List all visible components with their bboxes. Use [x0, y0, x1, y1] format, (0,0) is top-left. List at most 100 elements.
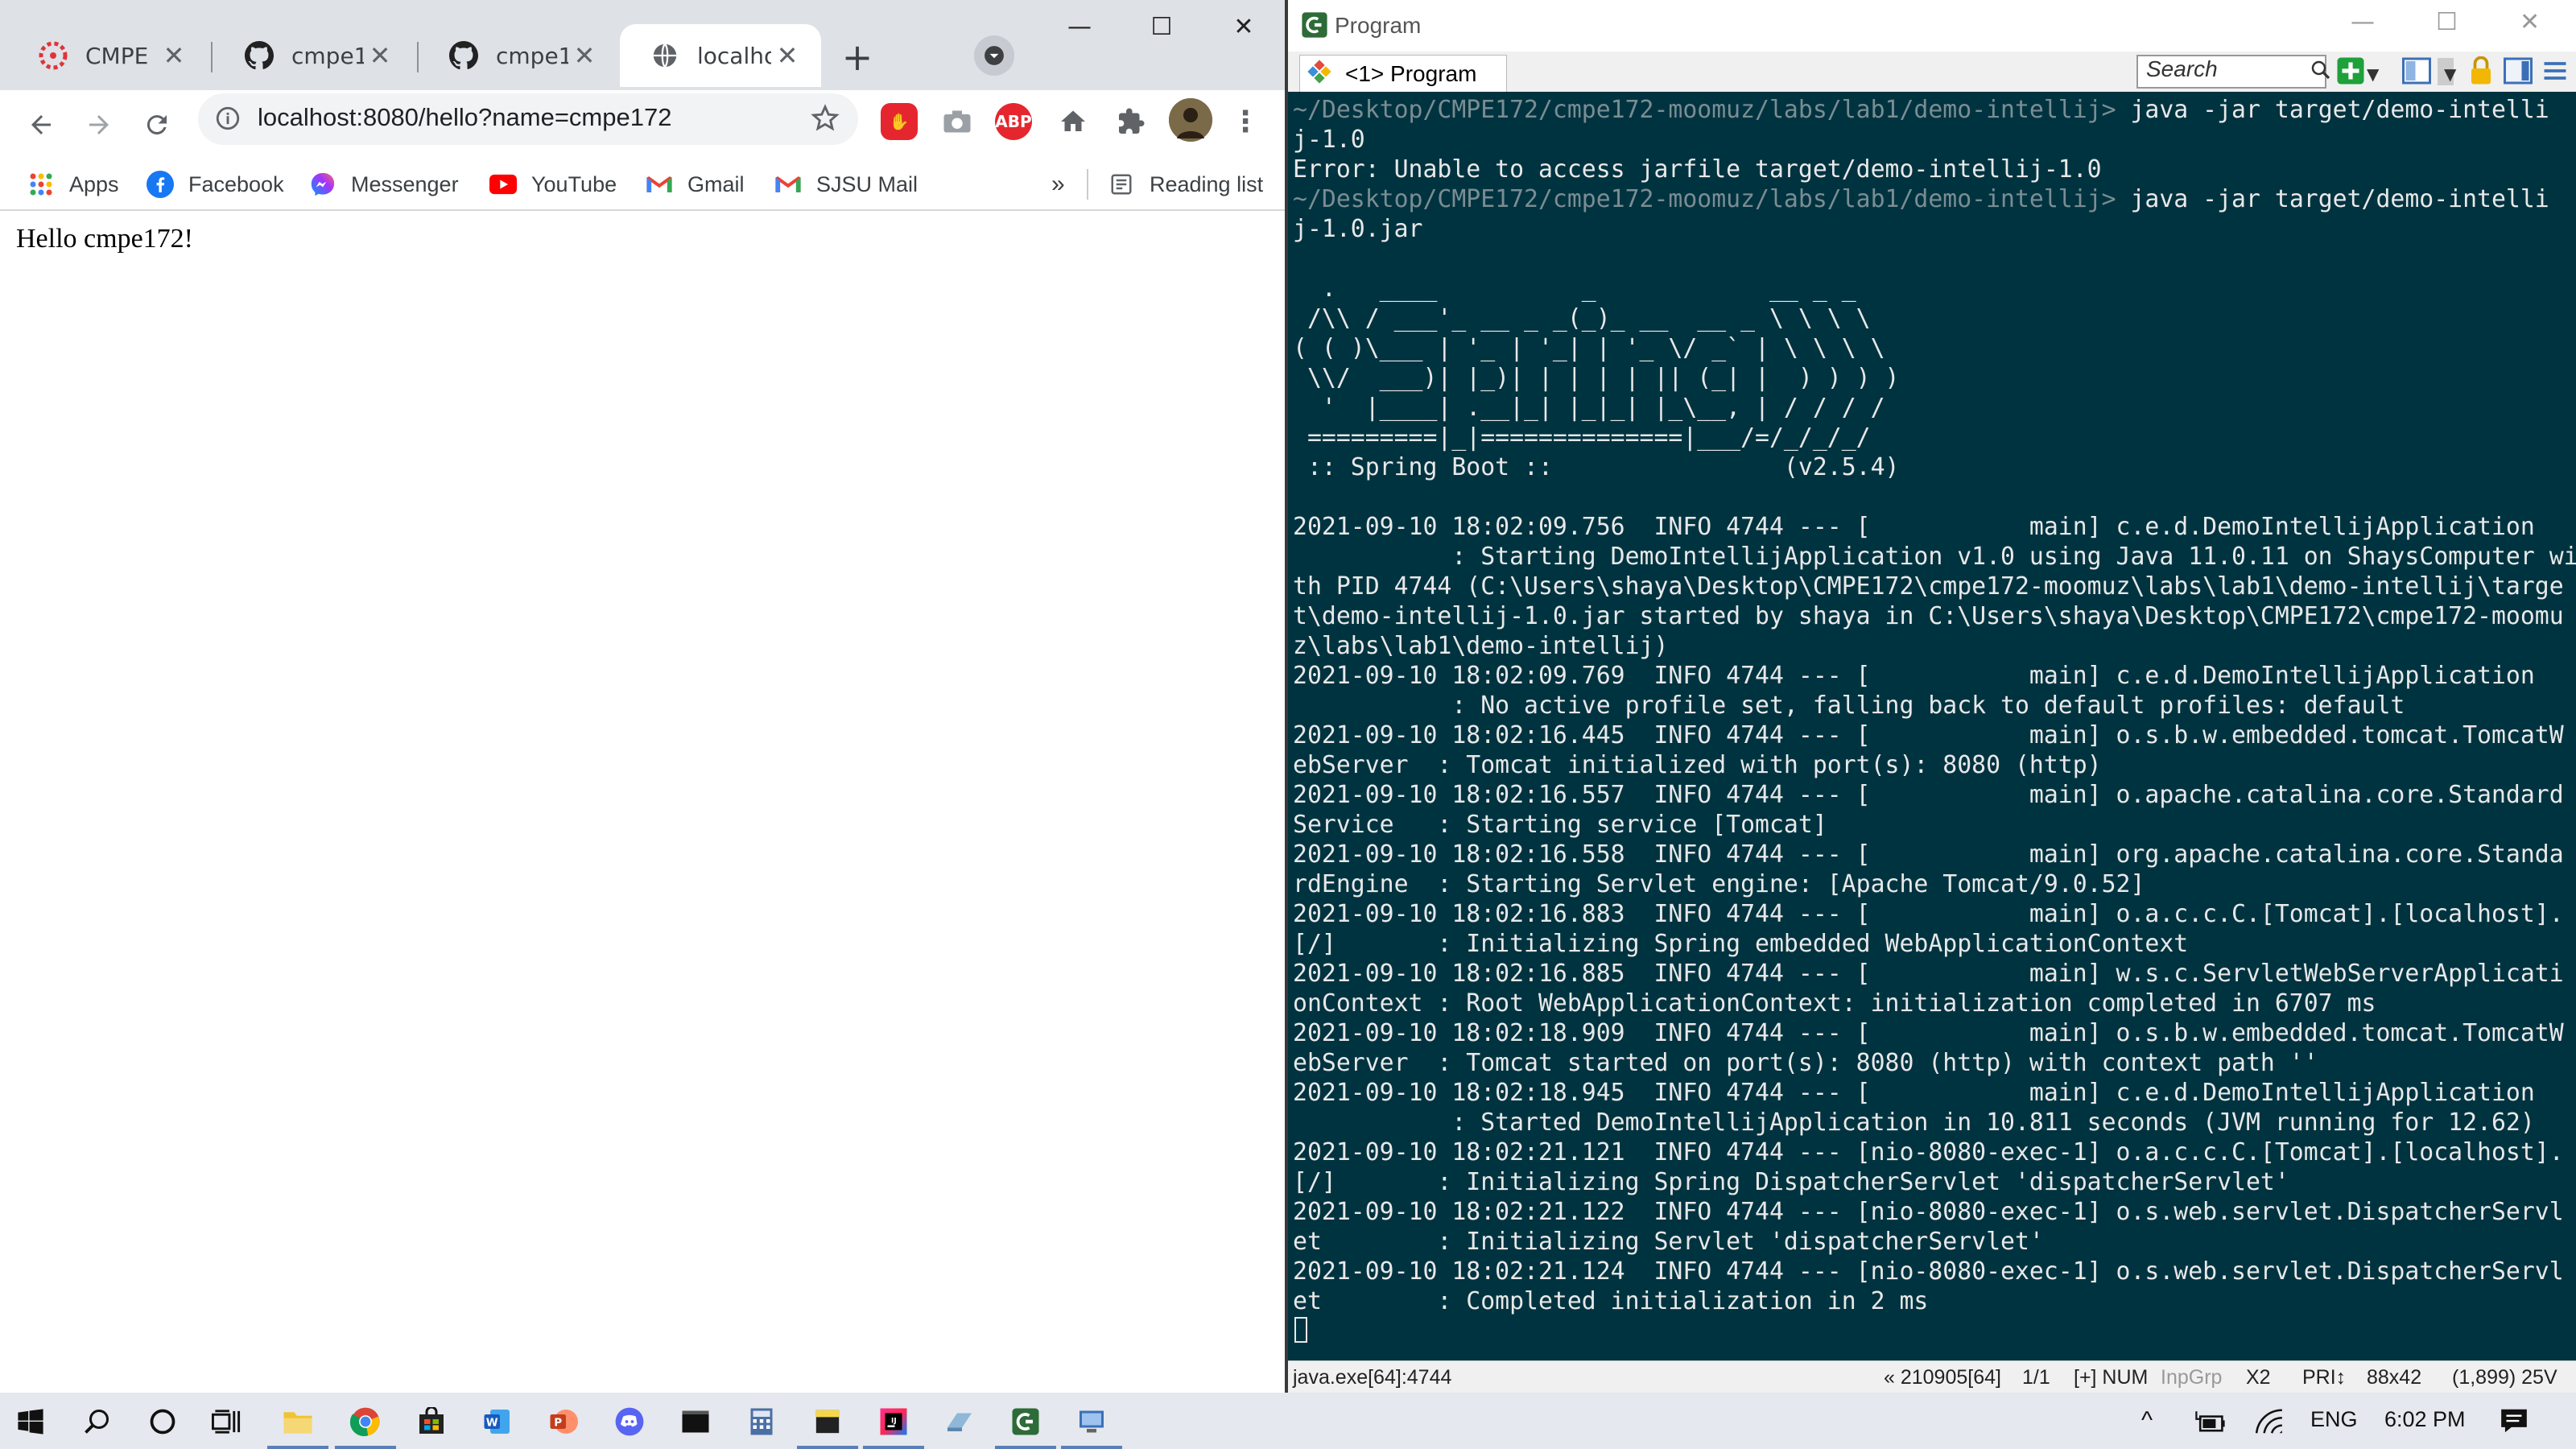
github-icon [448, 39, 480, 72]
console-maximize-button[interactable]: ☐ [2436, 8, 2458, 36]
facebook-icon [147, 171, 174, 198]
tab-github-1[interactable]: cmpe172 ✕ [214, 24, 414, 87]
bookmark-apps[interactable]: Apps [27, 159, 119, 209]
new-console-dropdown-icon[interactable]: ▼ [2367, 64, 2379, 84]
close-window-button[interactable]: ✕ [1203, 0, 1285, 53]
system-clock[interactable]: 6:02 PM [2384, 1407, 2466, 1432]
search-icon[interactable] [2309, 58, 2333, 85]
search-icon[interactable] [76, 1401, 118, 1443]
conemu-taskbar-icon[interactable] [995, 1401, 1056, 1449]
windows-start-icon[interactable] [10, 1401, 52, 1443]
cortana-icon[interactable] [142, 1401, 184, 1443]
tab-github-2[interactable]: cmpe172 ✕ [419, 24, 618, 87]
terminal-line: : No active profile set, falling back to… [1293, 691, 2576, 720]
camera-extension-icon[interactable] [939, 103, 976, 140]
terminal-line-text: et : Initializing Servlet 'dispatcherSer… [1293, 1228, 2044, 1256]
unknown-app-icon[interactable] [939, 1401, 980, 1443]
ublock-extension-icon[interactable]: ✋ [881, 103, 918, 140]
svg-text:W: W [486, 1416, 498, 1429]
console-tab-program[interactable]: <1> Program [1299, 55, 1507, 93]
terminal-line: rdEngine : Starting Servlet engine: [Apa… [1293, 869, 2576, 899]
terminal-text: ~/Desktop/CMPE172/cmpe172-moomuz/labs/la… [1288, 92, 2576, 1316]
reading-list-button[interactable]: Reading list [1108, 159, 1263, 209]
terminal-output[interactable]: ~/Desktop/CMPE172/cmpe172-moomuz/labs/la… [1288, 92, 2576, 1360]
hamburger-menu-icon[interactable] [2541, 56, 2570, 89]
close-tab-icon[interactable]: ✕ [568, 40, 601, 71]
terminal-line-text: 2021-09-10 18:02:18.909 INFO 4744 --- [ … [1293, 1019, 2564, 1047]
reload-button[interactable] [137, 105, 177, 145]
status-position: 1/1 [2022, 1366, 2050, 1389]
tab-localhost[interactable]: localhost ✕ [620, 24, 821, 87]
console-minimize-button[interactable]: — [2351, 8, 2375, 36]
intellij-icon[interactable]: IJ [863, 1401, 924, 1449]
powerpoint-icon[interactable]: P [543, 1401, 584, 1443]
terminal-line-text: Error: Unable to access jarfile target/d… [1293, 155, 2102, 184]
terminal-line: t\demo-intellij-1.0.jar started by shaya… [1293, 601, 2576, 631]
bookmark-label: Facebook [188, 171, 284, 196]
maximize-button[interactable]: ☐ [1121, 0, 1203, 53]
bookmark-star-icon[interactable] [810, 103, 840, 137]
terminal-line [1293, 244, 2576, 274]
split-view-icon[interactable] [2402, 56, 2431, 89]
close-tab-icon[interactable]: ✕ [364, 40, 396, 71]
discord-icon[interactable] [609, 1401, 650, 1443]
status-priority: PRI↕ [2302, 1366, 2347, 1389]
tab-search-button[interactable] [974, 35, 1014, 76]
terminal-command: java -jar target/demo-intelli [2116, 185, 2549, 213]
forward-button[interactable] [79, 105, 119, 145]
bookmark-facebook[interactable]: Facebook [147, 159, 284, 209]
new-tab-button[interactable]: + [834, 34, 881, 80]
chrome-menu-button[interactable]: ⋮ [1227, 103, 1264, 140]
status-keys: [+] NUM [2074, 1366, 2149, 1389]
terminal-line: 2021-09-10 18:02:16.445 INFO 4744 --- [ … [1293, 720, 2576, 750]
battery-icon[interactable] [2194, 1409, 2227, 1438]
terminal-line-text: : Starting DemoIntellijApplication v1.0 … [1293, 543, 2576, 571]
bookmark-gmail[interactable]: Gmail [646, 159, 745, 209]
input-language[interactable]: ENG [2310, 1407, 2358, 1432]
chrome-icon[interactable] [335, 1401, 396, 1449]
new-console-plus-icon[interactable] [2336, 56, 2365, 89]
word-icon[interactable]: W [477, 1401, 518, 1443]
store-icon[interactable] [411, 1401, 452, 1443]
extensions-puzzle-icon[interactable] [1113, 103, 1150, 140]
tab-cmpe172-canvas[interactable]: CMPE 17 ✕ [8, 24, 208, 87]
notifications-icon[interactable] [2499, 1406, 2529, 1439]
terminal-line: 2021-09-10 18:02:18.909 INFO 4744 --- [ … [1293, 1018, 2576, 1048]
show-hidden-icons-button[interactable]: ^ [2141, 1407, 2153, 1435]
file-explorer-icon[interactable] [267, 1401, 328, 1449]
console-search-input[interactable]: Search [2136, 55, 2326, 89]
sticky-notes-icon[interactable] [797, 1401, 858, 1449]
task-view-icon[interactable] [206, 1401, 248, 1443]
url-text[interactable]: localhost:8080/hello?name=cmpe172 [258, 103, 671, 132]
close-tab-icon[interactable]: ✕ [158, 40, 190, 71]
split-dropdown-icon[interactable]: ▼ [2444, 64, 2456, 84]
terminal-line-text: et : Completed initialization in 2 ms [1293, 1287, 1929, 1315]
calculator-icon[interactable] [741, 1401, 782, 1443]
home-icon[interactable] [1055, 103, 1092, 140]
console-close-button[interactable]: ✕ [2520, 8, 2540, 36]
terminal-line-text: . ____ _ __ _ _ [1293, 275, 1856, 303]
site-info-icon[interactable] [214, 105, 242, 135]
back-button[interactable] [21, 105, 61, 145]
close-tab-icon[interactable]: ✕ [771, 40, 803, 71]
remote-desktop-icon[interactable] [1061, 1401, 1122, 1449]
terminal-line: ~/Desktop/CMPE172/cmpe172-moomuz/labs/la… [1293, 95, 2576, 125]
bookmark-label: YouTube [531, 171, 617, 196]
terminal-icon[interactable] [675, 1401, 716, 1443]
terminal-line: th PID 4744 (C:\Users\shaya\Desktop\CMPE… [1293, 572, 2576, 601]
reload-icon [147, 115, 167, 135]
adblock-plus-icon[interactable]: ABP [995, 103, 1032, 140]
status-size: 88x42 [2367, 1366, 2422, 1389]
more-bookmarks-button[interactable]: » [1051, 159, 1065, 209]
terminal-line: ( ( )\___ | '_ | '_| | '_ \/ _` | \ \ \ … [1293, 333, 2576, 363]
panel-toggle-icon[interactable] [2504, 56, 2533, 89]
bookmark-messenger[interactable]: Messenger [309, 159, 459, 209]
minimize-button[interactable]: — [1038, 0, 1121, 53]
bookmark-sjsu-mail[interactable]: SJSU Mail [774, 159, 918, 209]
console-statusbar: java.exe[64]:4744 « 210905[64] 1/1 [+] N… [1288, 1360, 2576, 1393]
profile-avatar[interactable] [1169, 98, 1212, 142]
wifi-icon[interactable] [2254, 1409, 2285, 1438]
lock-icon[interactable] [2468, 56, 2494, 89]
status-x2: X2 [2246, 1366, 2271, 1389]
bookmark-youtube[interactable]: YouTube [489, 159, 617, 209]
